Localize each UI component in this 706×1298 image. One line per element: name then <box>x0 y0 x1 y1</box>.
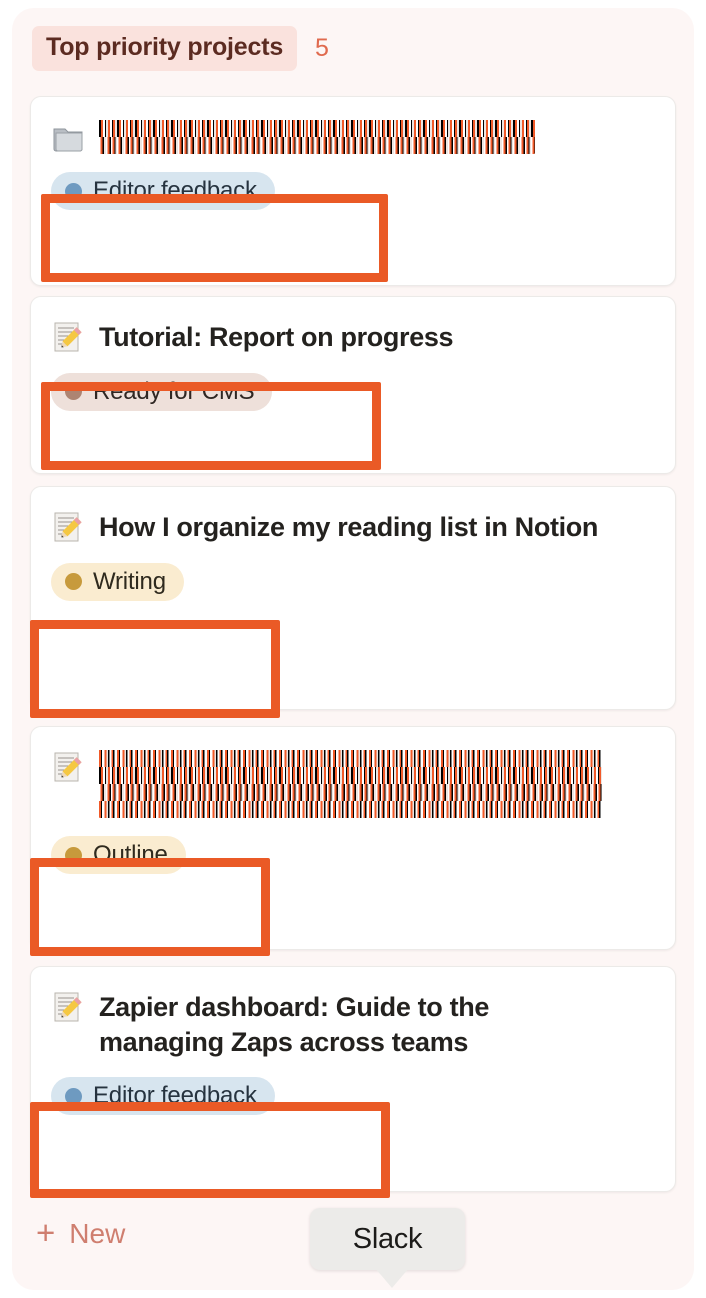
status-tag-label: Editor feedback <box>93 177 257 204</box>
slack-tooltip: Slack <box>310 1208 465 1270</box>
redaction-block <box>99 767 602 784</box>
redaction-block <box>99 120 535 137</box>
new-item-label: New <box>69 1217 126 1249</box>
tooltip-tail-icon <box>375 1268 409 1288</box>
status-tag-label: Ready for CMS <box>93 377 255 405</box>
status-dot-icon <box>65 846 82 864</box>
card-2-title: Tutorial: Report on progress <box>99 322 454 352</box>
status-tag-editor-feedback[interactable]: Editor feedback <box>51 1077 275 1116</box>
card-5[interactable]: Zapier dashboard: Guide to the managing … <box>30 966 676 1192</box>
memo-icon <box>51 320 85 354</box>
card-2-title-row: Tutorial: Report on progress <box>51 319 655 355</box>
card-5-tag-row: Editor feedback <box>51 1077 655 1116</box>
memo-icon <box>51 990 85 1024</box>
status-tag-editor-feedback[interactable]: Editor feedback <box>51 172 275 210</box>
slack-tooltip-label: Slack <box>352 1222 423 1255</box>
card-2-tag-row: Ready for CMS <box>51 372 655 411</box>
status-tag-outline[interactable]: Outline <box>51 836 186 874</box>
folder-icon <box>51 120 85 154</box>
column-header: Top priority projects 5 <box>32 25 329 71</box>
card-4-title-redacted <box>99 749 602 818</box>
status-dot-icon <box>65 182 82 200</box>
card-1[interactable]: Editor feedback <box>30 96 676 286</box>
board-column: Top priority projects 5 Editor feedback … <box>12 8 694 1290</box>
card-3[interactable]: How I organize my reading list in Notion… <box>30 486 676 710</box>
memo-icon <box>51 750 85 784</box>
card-5-title: Zapier dashboard: Guide to the managing … <box>99 992 490 1057</box>
memo-icon <box>51 510 85 544</box>
status-tag-ready-for-cms[interactable]: Ready for CMS <box>51 372 273 411</box>
card-3-tag-row: Writing <box>51 562 655 601</box>
card-5-title-row: Zapier dashboard: Guide to the managing … <box>51 989 655 1059</box>
status-tag-label: Editor feedback <box>93 1082 257 1110</box>
status-tag-label: Writing <box>93 567 166 595</box>
card-4-title-row <box>51 749 655 818</box>
redaction-block <box>99 137 535 154</box>
card-1-title-redacted <box>99 119 535 154</box>
status-tag-label: Outline <box>93 841 168 868</box>
card-4[interactable]: Outline <box>30 726 676 950</box>
card-3-title-row: How I organize my reading list in Notion <box>51 509 655 545</box>
redaction-block <box>99 784 602 801</box>
status-dot-icon <box>65 1087 82 1105</box>
redaction-block <box>99 801 602 818</box>
card-1-title-row <box>51 119 655 154</box>
column-title-badge[interactable]: Top priority projects <box>32 25 298 71</box>
card-3-title: How I organize my reading list in Notion <box>99 512 599 542</box>
status-tag-writing[interactable]: Writing <box>51 562 184 601</box>
plus-icon: + <box>36 1214 56 1251</box>
status-dot-icon <box>65 383 82 401</box>
card-2[interactable]: Tutorial: Report on progress Ready for C… <box>30 296 676 474</box>
new-item-button[interactable]: + New <box>36 1214 126 1251</box>
card-1-tag-row: Editor feedback <box>51 172 655 210</box>
column-item-count: 5 <box>315 33 329 62</box>
card-4-tag-row: Outline <box>51 836 655 874</box>
redaction-block <box>99 750 602 767</box>
status-dot-icon <box>65 573 82 591</box>
